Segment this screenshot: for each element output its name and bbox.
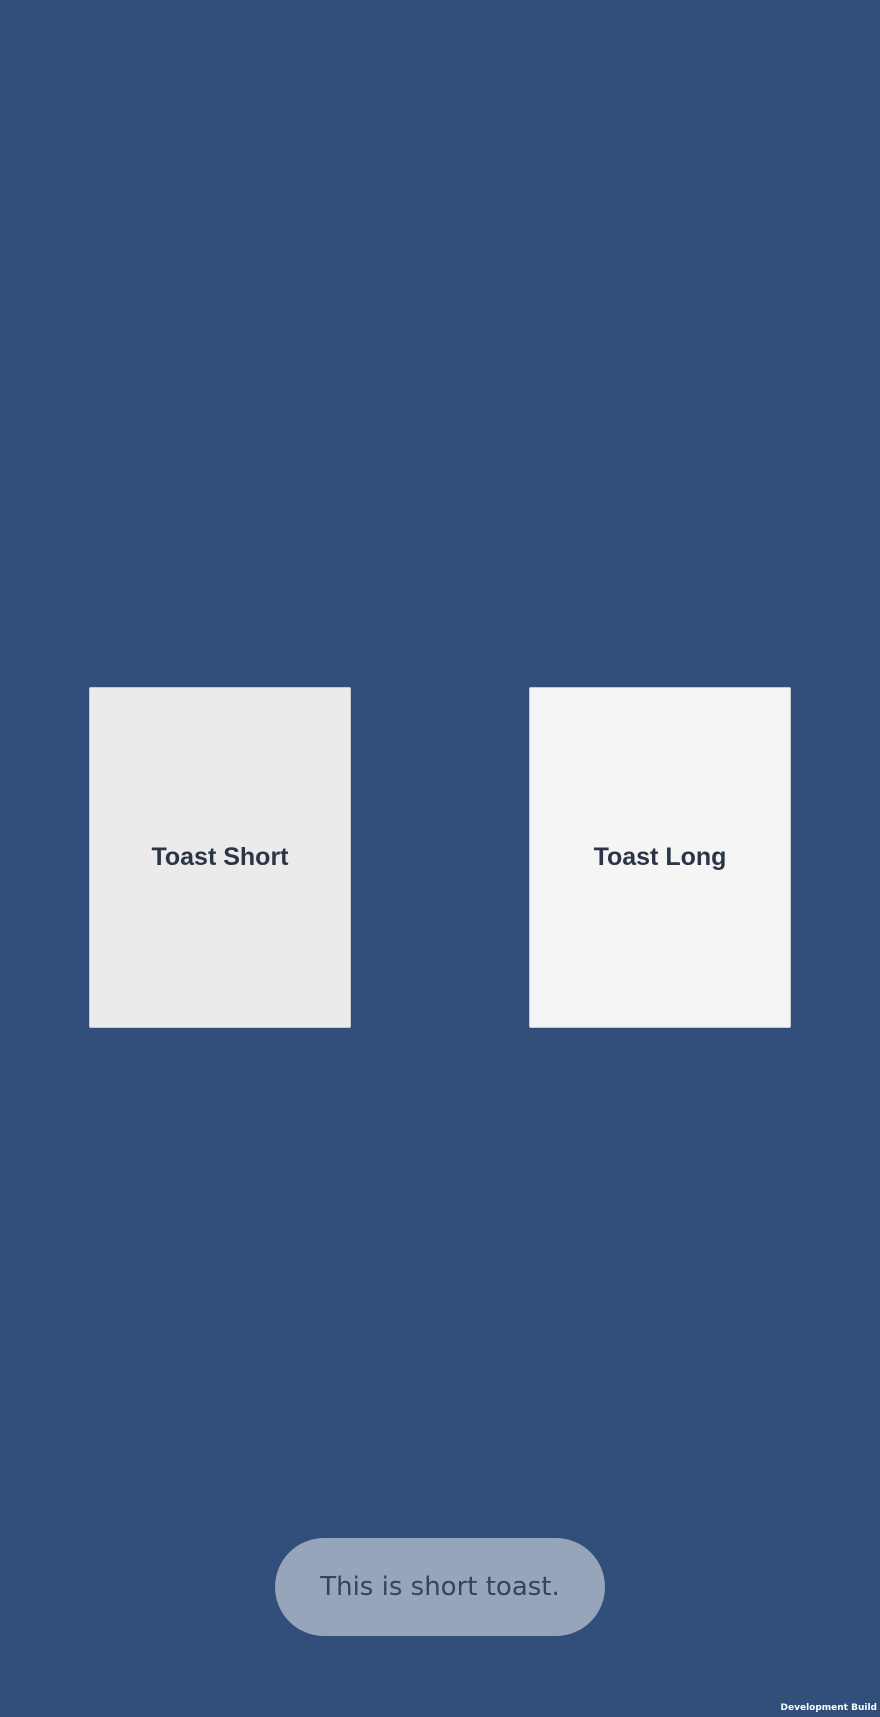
- development-build-label: Development Build: [780, 1703, 877, 1713]
- toast-short-label: Toast Short: [151, 843, 289, 871]
- toast-long-button[interactable]: Toast Long: [529, 687, 791, 1028]
- toast-long-label: Toast Long: [593, 843, 727, 871]
- toast-message: This is short toast.: [320, 1572, 560, 1602]
- toast-notification: This is short toast.: [275, 1538, 605, 1636]
- app-screen: Toast Short Toast Long This is short toa…: [0, 0, 880, 1717]
- toast-short-button[interactable]: Toast Short: [89, 687, 351, 1028]
